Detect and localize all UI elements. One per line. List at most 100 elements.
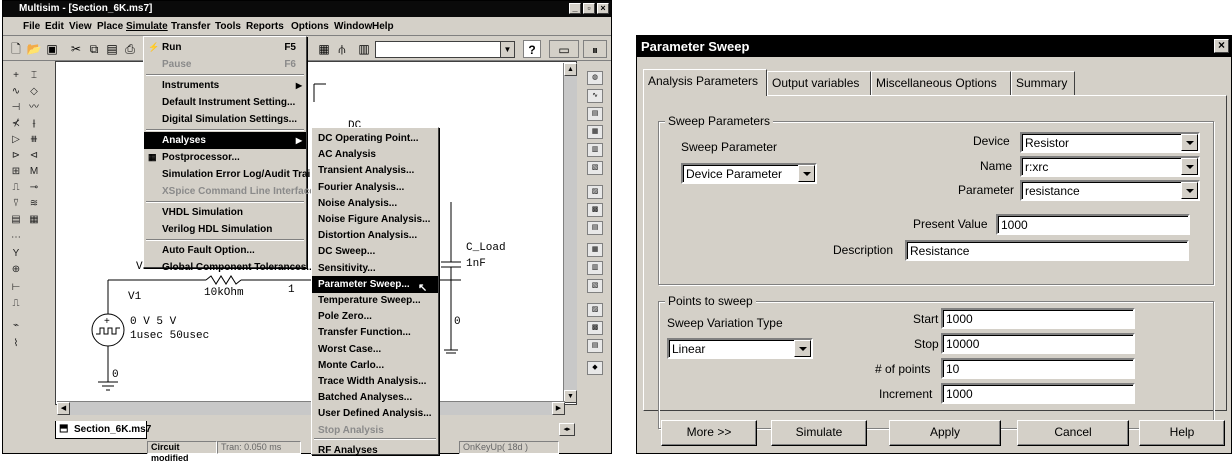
analyses-menu-item[interactable]: User Defined Analysis... [312,405,438,422]
analyses-menu-item[interactable]: Noise Figure Analysis... [312,211,438,228]
menu-place[interactable]: Place [97,21,123,32]
logic-converter-icon[interactable]: ▦ [587,243,603,257]
analyses-menu-item[interactable]: Batched Analyses... [312,389,438,406]
scroll-down-icon[interactable]: ▼ [564,390,577,403]
table-icon[interactable]: ▥ [355,40,373,58]
cut-icon[interactable]: ✂ [67,40,85,58]
function-gen-icon[interactable]: ∿ [587,89,603,103]
minimize-button[interactable]: _ [569,3,581,14]
place-hier-icon[interactable]: ▦ [27,213,41,227]
analyses-menu-item[interactable]: AC Analysis [312,146,438,163]
four-channel-scope-icon[interactable]: ▥ [587,143,603,157]
print-icon[interactable]: ⎙ [121,40,139,58]
close-button[interactable]: × [597,3,609,14]
menu-tools[interactable]: Tools [215,21,241,32]
vertical-scrollbar[interactable]: ▲ ▼ [563,63,577,403]
wire-icon[interactable]: ⌁ [9,319,23,333]
help-dialog-button[interactable]: Help [1139,420,1225,446]
menu-reports[interactable]: Reports [246,21,284,32]
save-icon[interactable]: ▣ [43,40,61,58]
cmos-icon[interactable]: ◇ [27,85,41,99]
menu-window[interactable]: Window [334,21,372,32]
sweep-parameter-dropdown[interactable]: Device Parameter [681,163,817,184]
cancel-button[interactable]: Cancel [1017,420,1129,446]
name-dropdown[interactable]: r:xrc [1020,156,1200,177]
text-icon[interactable]: ⌇ [9,337,23,351]
logic-analyzer-icon[interactable]: ▤ [587,221,603,235]
simulate-menu-item[interactable]: ▦ Postprocessor... [144,149,306,166]
menu-edit[interactable]: Edit [45,21,64,32]
analyses-menu-item[interactable]: Trace Width Analysis... [312,373,438,390]
analyses-menu-item[interactable]: Distortion Analysis... [312,227,438,244]
copy-icon[interactable]: ⧉ [85,40,103,58]
analyses-menu-item[interactable]: Worst Case... [312,341,438,358]
tab-output-variables[interactable]: Output variables [767,71,871,95]
oscilloscope-icon[interactable]: ▦ [587,125,603,139]
analyses-menu-item[interactable]: DC Operating Point... [312,130,438,147]
stop-field[interactable]: 10000 [941,333,1135,354]
misc-icon[interactable]: ⊲ [27,149,41,163]
grapher-icon[interactable]: ▦ [315,40,333,58]
menu-transfer[interactable]: Transfer [171,21,210,32]
simulate-menu-item[interactable]: Global Component Tolerances... [144,259,315,276]
spectrum-analyzer-icon[interactable]: ▨ [587,303,603,317]
simulate-menu-item[interactable]: Default Instrument Setting... [144,94,306,111]
analyses-menu-item[interactable]: RF Analyses [312,442,438,459]
open-folder-icon[interactable]: 📂 [25,40,43,58]
tab-miscellaneous-options[interactable]: Miscellaneous Options [871,71,1011,95]
analyses-menu-item[interactable]: Pole Zero... [312,308,438,325]
network-analyzer-icon[interactable]: ▩ [587,321,603,335]
scroll-right-icon[interactable]: ▶ [552,402,565,415]
menu-help[interactable]: Help [372,21,394,32]
new-file-icon[interactable]: 🗋 [7,40,25,58]
simulate-menu-item[interactable]: Digital Simulation Settings... [144,111,306,128]
misc-digital-icon[interactable]: 〰 [27,101,41,115]
tab-scroll-icon[interactable]: ◂▸ [559,423,575,436]
variation-type-dropdown[interactable]: Linear [667,338,813,359]
simulate-menu-item[interactable]: Auto Fault Option... [144,242,306,259]
description-field[interactable]: Resistance [905,240,1189,261]
document-tab[interactable]: ⬒ Section_6K.ms7 [55,421,151,439]
bode-plotter-icon[interactable]: ▧ [587,161,603,175]
ladder-icon[interactable]: ≋ [27,197,41,211]
device-dropdown[interactable]: Resistor [1020,132,1200,153]
scroll-left-icon[interactable]: ◀ [57,402,70,415]
scroll-up-icon[interactable]: ▲ [564,63,577,76]
analyses-menu-item[interactable]: Sensitivity... [312,260,438,277]
present-value-field[interactable]: 1000 [996,214,1190,235]
indicator-icon[interactable]: ⧻ [27,133,41,147]
freq-counter-icon[interactable]: ▨ [587,185,603,199]
menu-simulate[interactable]: Simulate [126,21,168,32]
multimeter-icon[interactable]: ◍ [587,71,603,85]
misc-parts-icon[interactable]: ⋯ [9,231,23,245]
start-field[interactable]: 1000 [941,308,1135,329]
antenna-icon[interactable]: Y [9,247,23,261]
analyses-menu-item[interactable]: DC Sweep... [312,243,438,260]
analyses-menu-item[interactable]: Noise Analysis... [312,195,438,212]
wattmeter-icon[interactable]: ▤ [587,107,603,121]
help-button[interactable]: ? [523,40,541,58]
word-gen-icon[interactable]: ▩ [587,203,603,217]
indicators-icon[interactable]: ▤ [9,213,23,227]
simulate-menu-item[interactable]: Analyses ▶ [144,132,306,149]
source-icon[interactable]: + [9,69,23,83]
run-switch-icon[interactable]: ▭ [549,40,579,58]
analyses-menu-item[interactable]: Monte Carlo... [312,357,438,374]
analyses-menu-item[interactable]: Transfer Function... [312,324,438,341]
menu-file[interactable]: File [23,21,40,32]
analog-icon[interactable]: ▷ [9,133,23,147]
iv-analyzer-icon[interactable]: ▥ [587,261,603,275]
maximize-button[interactable]: ▫ [583,3,595,14]
rf-icon[interactable]: M [27,165,41,179]
paste-icon[interactable]: ▤ [103,40,121,58]
menu-options[interactable]: Options [291,21,329,32]
ttl-gate-icon[interactable]: ⊳ [9,149,23,163]
close-icon[interactable]: × [1214,39,1229,53]
bus-icon[interactable]: ⊕ [9,263,23,277]
diode-icon[interactable]: ⊣ [9,101,23,115]
probe-tool-icon[interactable]: ◆ [587,361,603,375]
mixed-icon[interactable]: ⫲ [27,117,41,131]
simulate-button[interactable]: Simulate [771,420,867,446]
transistor-icon[interactable]: ⊀ [9,117,23,131]
agilent-icon[interactable]: ▤ [587,339,603,353]
